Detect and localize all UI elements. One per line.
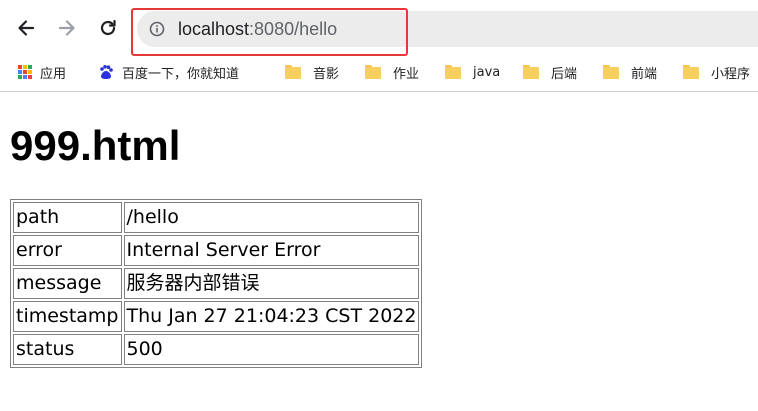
- row-key: path: [13, 202, 122, 233]
- forward-button[interactable]: [53, 14, 81, 42]
- bookmarks-bar: 应用 百度一下，你就知道 音影 作业 java 后端 前端 小程序: [0, 56, 758, 88]
- row-value: 500: [123, 334, 420, 365]
- address-highlight-box: [131, 8, 408, 56]
- row-value: Internal Server Error: [123, 235, 420, 266]
- row-value: Thu Jan 27 21:04:23 CST 2022: [123, 301, 420, 332]
- row-key: message: [13, 268, 122, 299]
- arrow-right-icon: [58, 20, 75, 36]
- reload-icon: [100, 19, 116, 36]
- table-row: message 服务器内部错误: [13, 268, 420, 299]
- bookmark-label: 后端: [551, 66, 578, 82]
- bookmark-folder-yinying[interactable]: 音影: [285, 60, 339, 84]
- row-key: timestamp: [13, 301, 122, 332]
- page-content: 999.html path /hello error Internal Serv…: [0, 92, 758, 411]
- folder-icon: [523, 65, 539, 79]
- arrow-left-icon: [18, 20, 35, 36]
- bookmark-label: 应用: [40, 66, 67, 82]
- page-heading: 999.html: [10, 122, 181, 169]
- bookmark-label: 百度一下，你就知道: [122, 66, 240, 82]
- row-value: /hello: [123, 202, 420, 233]
- folder-icon: [445, 65, 461, 79]
- table-row: error Internal Server Error: [13, 235, 420, 266]
- back-button[interactable]: [12, 14, 40, 42]
- folder-icon: [285, 65, 301, 79]
- row-key: error: [13, 235, 122, 266]
- reload-button[interactable]: [94, 14, 122, 42]
- bookmark-folder-xiaochengxu[interactable]: 小程序: [683, 60, 750, 84]
- baidu-icon: [100, 65, 113, 79]
- bookmark-folder-qianduan[interactable]: 前端: [603, 60, 657, 84]
- browser-toolbar: localhost:8080/hello: [0, 0, 758, 56]
- bookmark-folder-zuoye[interactable]: 作业: [365, 60, 419, 84]
- bookmark-baidu[interactable]: 百度一下，你就知道: [98, 60, 239, 84]
- table-row: timestamp Thu Jan 27 21:04:23 CST 2022: [13, 301, 420, 332]
- table-row: path /hello: [13, 202, 420, 233]
- bookmark-apps[interactable]: 应用: [18, 60, 66, 84]
- bookmark-label: 前端: [631, 66, 658, 82]
- folder-icon: [603, 65, 619, 79]
- folder-icon: [683, 65, 699, 79]
- apps-icon: [18, 65, 32, 79]
- row-value: 服务器内部错误: [123, 268, 420, 299]
- row-key: status: [13, 334, 122, 365]
- error-info-table: path /hello error Internal Server Error …: [10, 199, 423, 368]
- bookmark-folder-java[interactable]: java: [445, 60, 500, 84]
- bookmark-folder-houduan[interactable]: 后端: [523, 60, 577, 84]
- bookmark-label: 小程序: [711, 66, 751, 82]
- table-row: status 500: [13, 334, 420, 365]
- folder-icon: [365, 65, 381, 79]
- bookmark-label: 音影: [313, 66, 340, 82]
- bookmark-label: java: [473, 64, 501, 80]
- bookmark-label: 作业: [393, 66, 420, 82]
